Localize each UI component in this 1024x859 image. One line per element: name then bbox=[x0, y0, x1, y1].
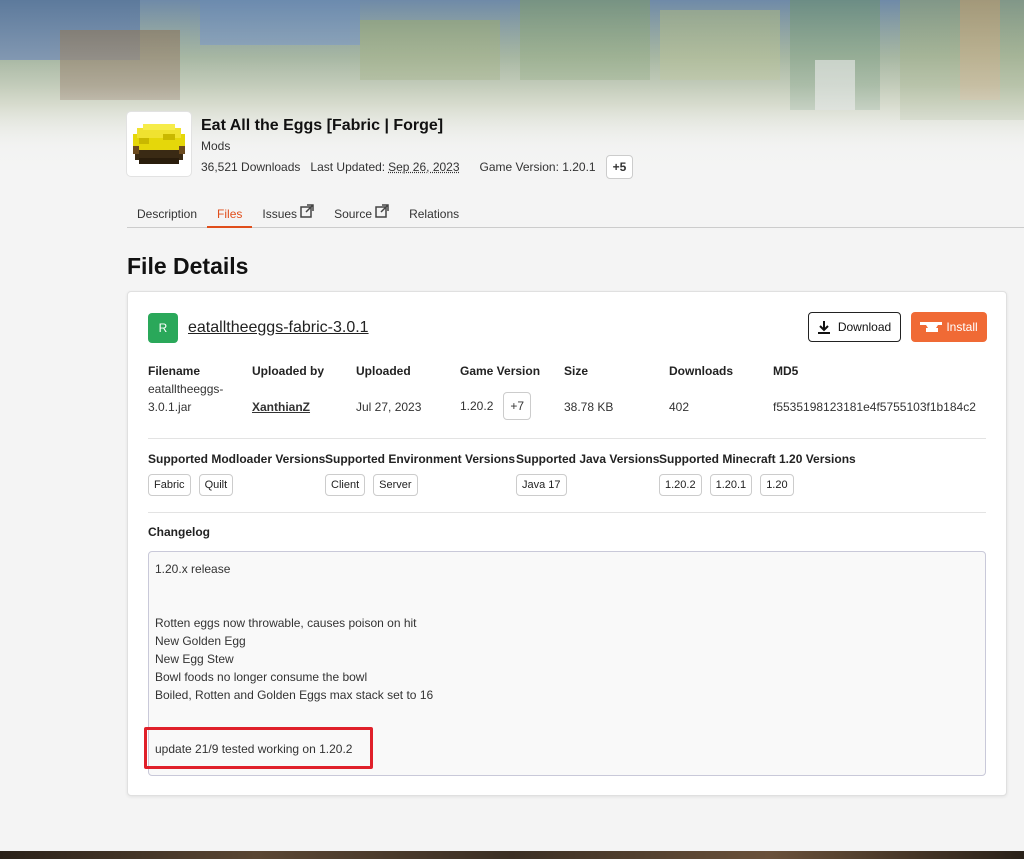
changelog-line: Rotten eggs now throwable, causes poison… bbox=[155, 616, 417, 630]
changelog-line: Bowl foods no longer consume the bowl bbox=[155, 670, 368, 684]
mod-category[interactable]: Mods bbox=[201, 139, 643, 153]
environment-versions: Supported Environment Versions Client Se… bbox=[325, 452, 515, 496]
modloader-chip: Quilt bbox=[198, 474, 234, 496]
egg-bowl-logo bbox=[127, 112, 191, 176]
filename-value: eatalltheeggs-3.0.1.jar bbox=[148, 382, 224, 414]
external-link-icon bbox=[375, 204, 389, 224]
minecraft-versions: Supported Minecraft 1.20 Versions 1.20.2… bbox=[659, 452, 856, 496]
file-details-card: R eatalltheeggs-fabric-3.0.1 Download In… bbox=[127, 291, 1007, 796]
changelog-line: New Egg Stew bbox=[155, 652, 234, 666]
minecraft-version-chip: 1.20.1 bbox=[709, 474, 753, 496]
environment-chip: Server bbox=[373, 474, 418, 496]
game-version: Game Version: 1.20.1 bbox=[479, 160, 596, 174]
col-downloads: Downloads 402 bbox=[669, 364, 734, 414]
col-size: Size 38.78 KB bbox=[564, 364, 614, 414]
release-type-badge: R bbox=[148, 313, 178, 343]
file-name-link[interactable]: eatalltheeggs-fabric-3.0.1 bbox=[188, 319, 369, 337]
changelog-line: New Golden Egg bbox=[155, 634, 246, 648]
install-button[interactable]: Install bbox=[911, 312, 987, 342]
col-filename: Filename eatalltheeggs-3.0.1.jar bbox=[148, 364, 238, 416]
mod-meta: 36,521 Downloads Last Updated: Sep 26, 20… bbox=[201, 155, 643, 179]
modloader-chip: Fabric bbox=[148, 474, 191, 496]
tab-description[interactable]: Description bbox=[127, 204, 207, 228]
java-chip: Java 17 bbox=[516, 474, 567, 496]
download-icon bbox=[817, 320, 830, 334]
tab-relations[interactable]: Relations bbox=[399, 204, 469, 228]
divider bbox=[148, 512, 986, 513]
page-title: File Details bbox=[127, 253, 249, 279]
col-uploaded: Uploaded Jul 27, 2023 bbox=[356, 364, 422, 414]
download-button[interactable]: Download bbox=[808, 312, 901, 342]
col-md5: MD5 f5535198123181e4f5755103f1b184c2 bbox=[773, 364, 976, 414]
anvil-icon bbox=[920, 322, 943, 332]
tab-issues[interactable]: Issues bbox=[252, 204, 324, 228]
file-title-row: R eatalltheeggs-fabric-3.0.1 bbox=[148, 313, 369, 343]
annotation-highlight-box bbox=[144, 727, 373, 769]
download-count: 36,521 Downloads bbox=[201, 160, 301, 174]
last-updated-date: Sep 26, 2023 bbox=[388, 160, 460, 174]
tab-files[interactable]: Files bbox=[207, 204, 253, 228]
changelog-line bbox=[155, 596, 979, 614]
environment-chip: Client bbox=[325, 474, 366, 496]
divider bbox=[148, 438, 986, 439]
minecraft-version-chip: 1.20.2 bbox=[659, 474, 702, 496]
col-game-version: Game Version 1.20.2 +7 bbox=[460, 364, 540, 420]
last-updated: Last Updated: Sep 26, 2023 bbox=[310, 160, 460, 174]
footer-background bbox=[0, 851, 1024, 859]
changelog-line bbox=[155, 578, 979, 596]
mod-title: Eat All the Eggs [Fabric | Forge] bbox=[201, 117, 444, 134]
tab-bar: Description Files Issues Source Relation… bbox=[127, 204, 1024, 228]
col-uploaded-by: Uploaded by XanthianZ bbox=[252, 364, 325, 416]
java-versions: Supported Java Versions Java 17 bbox=[516, 452, 659, 496]
changelog-line bbox=[155, 704, 979, 722]
uploader-link[interactable]: XanthianZ bbox=[252, 398, 324, 416]
more-versions-badge[interactable]: +5 bbox=[605, 155, 634, 179]
changelog-line: Boiled, Rotten and Golden Eggs max stack… bbox=[155, 688, 434, 702]
more-game-versions-badge[interactable]: +7 bbox=[503, 392, 532, 420]
minecraft-version-chip: 1.20 bbox=[760, 474, 794, 496]
modloader-versions: Supported Modloader Versions Fabric Quil… bbox=[148, 452, 325, 496]
changelog-heading: Changelog bbox=[148, 525, 210, 539]
tab-source[interactable]: Source bbox=[324, 204, 399, 228]
external-link-icon bbox=[300, 204, 314, 224]
mod-header: Eat All the Eggs [Fabric | Forge] Mods 3… bbox=[127, 112, 643, 179]
changelog-line: 1.20.x release bbox=[155, 562, 231, 576]
